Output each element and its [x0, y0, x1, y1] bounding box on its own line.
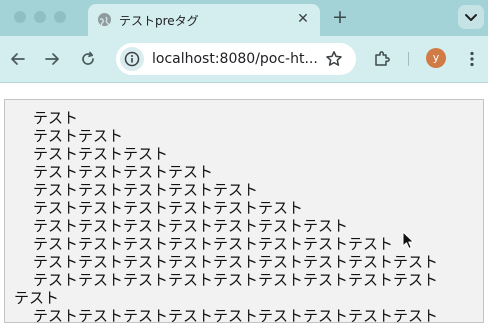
back-button[interactable] [8, 49, 28, 69]
kebab-menu-icon [470, 51, 474, 67]
chevron-down-icon [465, 14, 477, 21]
pre-line: テストテストテストテストテストテスト [33, 199, 304, 217]
window-minimize-button[interactable] [34, 11, 46, 23]
tab-title: テストpreタグ [119, 14, 199, 28]
toolbar-divider [408, 52, 409, 66]
puzzle-icon [375, 51, 390, 66]
site-info-button[interactable] [120, 47, 144, 71]
pre-line: テストテストテストテストテストテストテストテスト [33, 235, 394, 253]
tab-close-icon[interactable]: ✕ [294, 10, 312, 28]
pre-line: テストテスト [33, 127, 124, 145]
url-text: localhost:8080/poc-ht... [152, 51, 318, 67]
bookmark-button[interactable] [324, 49, 344, 69]
reload-icon [82, 51, 94, 65]
new-tab-button[interactable]: + [330, 6, 350, 28]
pre-line: テストテストテストテストテストテストテストテストテスト [33, 253, 439, 271]
active-tab[interactable]: テストpreタグ ✕ [88, 4, 320, 36]
page-content: テスト テストテスト テストテストテスト テストテストテストテスト テストテスト… [0, 83, 488, 328]
window-zoom-button[interactable] [54, 11, 66, 23]
arrow-left-icon [11, 53, 25, 65]
pre-line: テストテストテスト [33, 145, 169, 163]
pre-line: テスト [33, 109, 79, 127]
forward-button[interactable] [42, 49, 62, 69]
extensions-button[interactable] [372, 49, 392, 69]
pre-line: テストテストテストテストテストテストテストテストテスト [33, 307, 439, 323]
browser-window: テストpreタグ ✕ + localhost:8080/poc-ht... y … [0, 0, 488, 328]
mouse-pointer-icon [402, 231, 416, 251]
tab-search-button[interactable] [458, 5, 484, 29]
address-bar[interactable]: localhost:8080/poc-ht... [116, 43, 356, 75]
reload-button[interactable] [78, 49, 98, 69]
site-info-icon [124, 51, 140, 67]
pre-line: テストテストテストテストテストテストテスト [33, 217, 349, 235]
pre-line: テストテストテストテストテスト [33, 181, 259, 199]
arrow-right-icon [45, 53, 59, 65]
star-icon [326, 51, 342, 66]
pre-line: テストテストテストテストテストテストテストテストテスト [33, 271, 439, 289]
profile-avatar[interactable]: y [426, 48, 446, 68]
pre-line: テスト [14, 289, 60, 307]
globe-icon [98, 13, 111, 26]
window-close-button[interactable] [14, 11, 26, 23]
tab-strip: テストpreタグ ✕ + [0, 0, 488, 36]
pre-block: テスト テストテスト テストテストテスト テストテストテストテスト テストテスト… [4, 99, 484, 323]
pre-line: テストテストテストテスト [33, 163, 214, 181]
toolbar: localhost:8080/poc-ht... y [0, 36, 488, 83]
browser-menu-button[interactable] [462, 49, 482, 69]
